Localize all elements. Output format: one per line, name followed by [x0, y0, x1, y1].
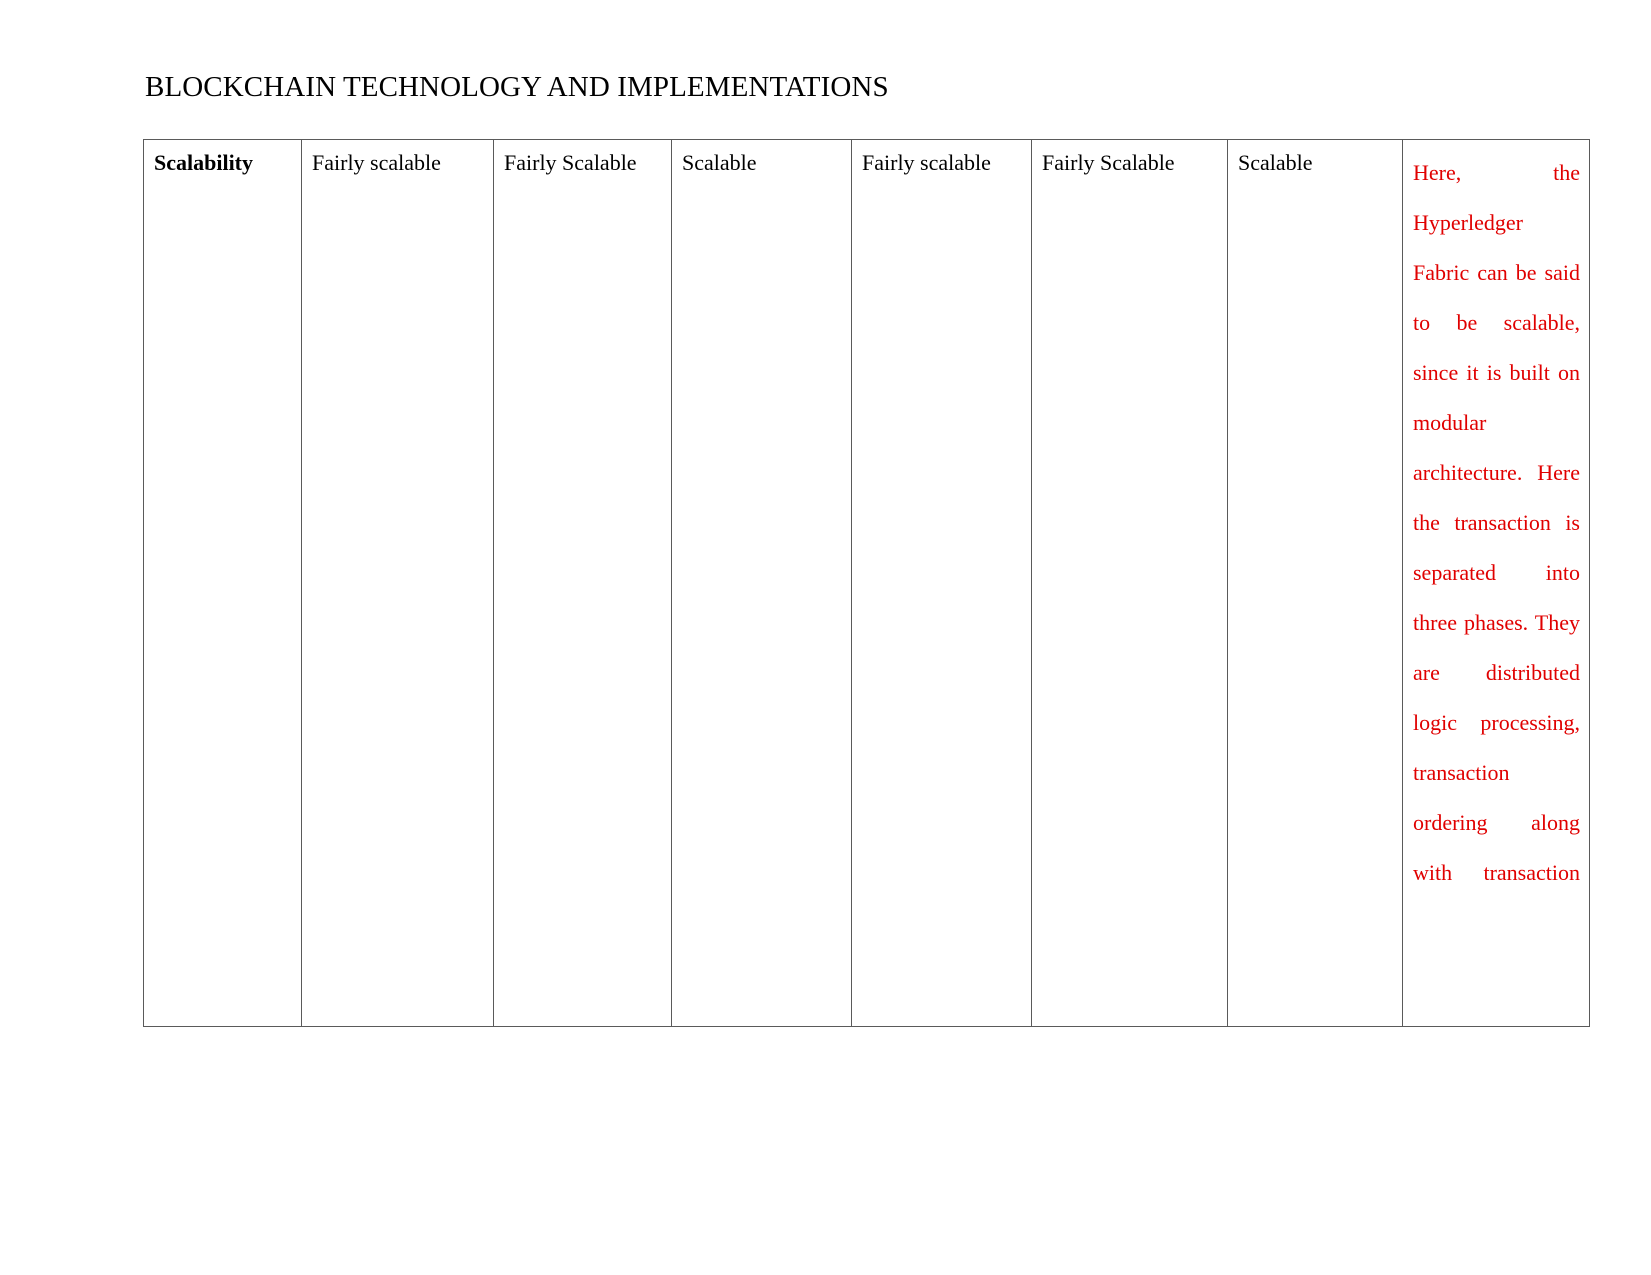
cell-value-3: Scalable — [682, 150, 757, 175]
table-cell-value-3: Scalable — [671, 139, 852, 1027]
comparison-table-wrapper: Scalability Fairly scalable Fairly Scala… — [143, 139, 1590, 1027]
cell-value-4: Fairly scalable — [862, 150, 991, 175]
cell-value-2: Fairly Scalable — [504, 150, 637, 175]
cell-value-5: Fairly Scalable — [1042, 150, 1175, 175]
document-page: BLOCKCHAIN TECHNOLOGY AND IMPLEMENTATION… — [0, 0, 1651, 1275]
cell-value-1: Fairly scalable — [312, 150, 441, 175]
cell-value-6: Scalable — [1238, 150, 1313, 175]
table-cell-note: Here, the Hyperledger Fabric can be said… — [1402, 139, 1590, 1027]
table-row: Scalability Fairly scalable Fairly Scala… — [143, 139, 1590, 1027]
table-cell-value-5: Fairly Scalable — [1031, 139, 1228, 1027]
table-cell-value-6: Scalable — [1227, 139, 1403, 1027]
row-label-scalability: Scalability — [154, 150, 254, 175]
table-cell-value-4: Fairly scalable — [851, 139, 1032, 1027]
table-cell-row-label: Scalability — [143, 139, 302, 1027]
page-title: BLOCKCHAIN TECHNOLOGY AND IMPLEMENTATION… — [145, 71, 889, 103]
table-cell-value-1: Fairly scalable — [301, 139, 494, 1027]
comparison-table: Scalability Fairly scalable Fairly Scala… — [143, 139, 1590, 1027]
note-annotation-text: Here, the Hyperledger Fabric can be said… — [1413, 160, 1580, 885]
table-cell-value-2: Fairly Scalable — [493, 139, 672, 1027]
